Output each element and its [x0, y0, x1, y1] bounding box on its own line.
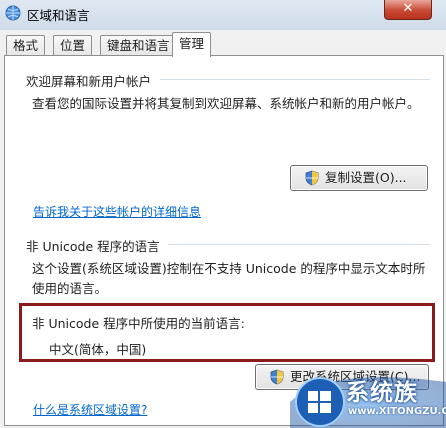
window-title: 区域和语言: [27, 8, 90, 23]
region-globe-icon: [5, 5, 21, 21]
current-language-value: 中文(简体，中国): [49, 342, 147, 357]
watermark-text: 系统族: [346, 380, 418, 406]
tab-location[interactable]: 位置: [53, 35, 93, 56]
uac-shield-icon: [270, 369, 284, 385]
close-button[interactable]: ✕: [384, 0, 432, 20]
welcome-divider: [160, 79, 430, 80]
tab-formats[interactable]: 格式: [6, 35, 46, 56]
welcome-section-title: 欢迎屏幕和新用户帐户: [26, 74, 152, 89]
system-locale-help-link[interactable]: 什么是系统区域设置?: [33, 401, 147, 418]
watermark-url: www.XITONGZU.COM: [348, 406, 446, 417]
uac-shield-icon: [305, 170, 319, 186]
tab-keyboards-languages[interactable]: 键盘和语言: [100, 35, 177, 56]
non-unicode-divider: [168, 244, 430, 245]
current-language-label: 非 Unicode 程序中所使用的当前语言:: [32, 316, 245, 331]
welcome-accounts-link[interactable]: 告诉我关于这些帐户的详细信息: [33, 203, 201, 220]
welcome-description: 查看您的国际设置并将其复制到欢迎屏幕、系统帐户和新的用户帐户。: [32, 96, 420, 111]
copy-settings-label: 复制设置(O)...: [325, 170, 407, 185]
non-unicode-section-title: 非 Unicode 程序的语言: [26, 239, 160, 254]
title-bar: 区域和语言 ✕: [0, 0, 446, 30]
copy-settings-button[interactable]: 复制设置(O)...: [290, 165, 428, 191]
tab-administrative[interactable]: 管理: [172, 32, 212, 57]
non-unicode-description: 这个设置(系统区域设置)控制在不支持 Unicode 的程序中显示文本时所使用的…: [32, 261, 426, 296]
